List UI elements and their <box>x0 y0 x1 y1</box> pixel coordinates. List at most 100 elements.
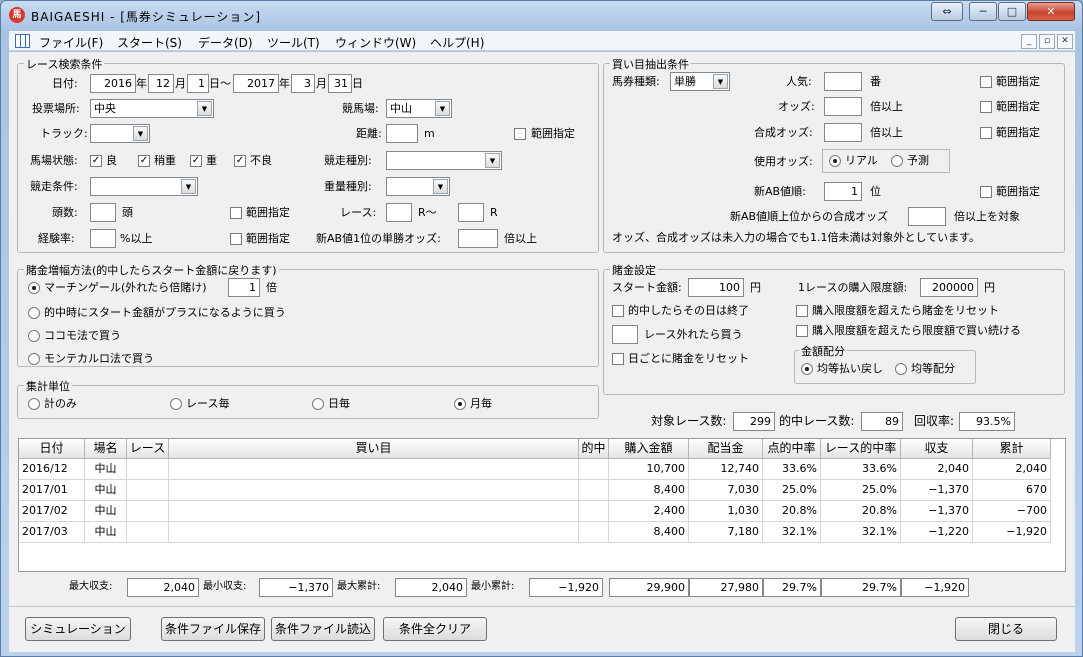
table-cell[interactable]: 33.6% <box>821 459 901 480</box>
combo-odds-range-checkbox[interactable] <box>980 127 992 139</box>
experience-input[interactable] <box>90 229 116 248</box>
from-month-input[interactable]: 12 <box>148 74 174 93</box>
table-cell[interactable]: 8,400 <box>609 480 689 501</box>
venue-select[interactable]: 中央 ▼ <box>90 99 214 118</box>
menu-data[interactable]: データ(D) <box>198 34 253 51</box>
popularity-input[interactable] <box>824 72 862 91</box>
close-button[interactable]: 閉じる <box>955 617 1057 641</box>
distance-range-checkbox[interactable] <box>514 128 526 140</box>
col-payout[interactable]: 配当金 <box>689 439 763 459</box>
table-cell[interactable] <box>169 501 579 522</box>
ab-rank-range-checkbox[interactable] <box>980 186 992 198</box>
mdi-restore-icon[interactable]: ▫ <box>1039 34 1055 49</box>
plus-radio[interactable] <box>28 307 40 319</box>
condition-heavy-checkbox[interactable]: ✓ <box>190 155 202 167</box>
col-balance[interactable]: 収支 <box>901 439 973 459</box>
stop-on-hit-checkbox[interactable] <box>612 305 624 317</box>
use-odds-real-radio[interactable] <box>829 155 841 167</box>
maximize-icon[interactable]: □ <box>998 2 1026 21</box>
ab-rank-input[interactable]: 1 <box>824 182 862 201</box>
distance-input[interactable] <box>386 124 418 143</box>
combo-odds-input[interactable] <box>824 123 862 142</box>
race-condition-select[interactable]: ▼ <box>90 177 198 196</box>
col-race-hit-rate[interactable]: レース的中率 <box>821 439 901 459</box>
table-cell[interactable] <box>169 522 579 543</box>
col-date[interactable]: 日付 <box>19 439 85 459</box>
mdi-close-icon[interactable]: ✕ <box>1057 34 1073 49</box>
table-cell[interactable] <box>127 522 169 543</box>
menu-start[interactable]: スタート(S) <box>117 34 182 51</box>
ab-combo-input[interactable] <box>908 207 946 226</box>
table-cell[interactable]: −1,920 <box>973 522 1051 543</box>
to-month-input[interactable]: 3 <box>291 74 315 93</box>
table-cell[interactable]: 20.8% <box>821 501 901 522</box>
table-cell[interactable]: 25.0% <box>763 480 821 501</box>
table-cell[interactable]: 25.0% <box>821 480 901 501</box>
table-cell[interactable]: 中山 <box>85 501 127 522</box>
document-icon[interactable] <box>15 34 30 48</box>
restore-icon[interactable]: ⇔ <box>931 2 963 21</box>
load-conditions-button[interactable]: 条件ファイル読込 <box>271 617 375 641</box>
to-year-input[interactable]: 2017 <box>233 74 279 93</box>
col-venue[interactable]: 場名 <box>85 439 127 459</box>
table-cell[interactable]: −1,370 <box>901 480 973 501</box>
table-cell[interactable]: 1,030 <box>689 501 763 522</box>
odds-range-checkbox[interactable] <box>980 101 992 113</box>
table-cell[interactable]: 2,040 <box>901 459 973 480</box>
reset-over-limit-checkbox[interactable] <box>796 305 808 317</box>
results-table[interactable]: 日付 場名 レース 買い目 的中 購入金額 配当金 点的中率 レース的中率 収支… <box>18 438 1066 572</box>
popularity-range-checkbox[interactable] <box>980 76 992 88</box>
weight-type-select[interactable]: ▼ <box>386 177 450 196</box>
table-cell[interactable]: 670 <box>973 480 1051 501</box>
menu-tools[interactable]: ツール(T) <box>267 34 320 51</box>
table-cell[interactable] <box>579 522 609 543</box>
table-cell[interactable]: 33.6% <box>763 459 821 480</box>
table-cell[interactable]: 2017/03 <box>19 522 85 543</box>
odds-input[interactable] <box>824 97 862 116</box>
col-cumulative[interactable]: 累計 <box>973 439 1051 459</box>
save-conditions-button[interactable]: 条件ファイル保存 <box>161 617 265 641</box>
table-cell[interactable]: 中山 <box>85 522 127 543</box>
table-cell[interactable]: 10,700 <box>609 459 689 480</box>
table-cell[interactable]: 20.8% <box>763 501 821 522</box>
col-race[interactable]: レース <box>127 439 169 459</box>
simulate-button[interactable]: シミュレーション <box>25 617 131 641</box>
mdi-minimize-icon[interactable]: _ <box>1021 34 1037 49</box>
table-cell[interactable] <box>169 459 579 480</box>
menu-help[interactable]: ヘルプ(H) <box>430 34 484 51</box>
martingale-radio[interactable] <box>28 282 40 294</box>
cocomo-radio[interactable] <box>28 330 40 342</box>
table-cell[interactable]: 8,400 <box>609 522 689 543</box>
table-cell[interactable]: 7,180 <box>689 522 763 543</box>
experience-range-checkbox[interactable] <box>230 233 242 245</box>
table-cell[interactable]: 12,740 <box>689 459 763 480</box>
table-cell[interactable]: 2017/01 <box>19 480 85 501</box>
condition-slightly-heavy-checkbox[interactable]: ✓ <box>138 155 150 167</box>
table-cell[interactable] <box>579 480 609 501</box>
limit-input[interactable]: 200000 <box>920 278 978 297</box>
table-cell[interactable]: 7,030 <box>689 480 763 501</box>
ab-win-odds-input[interactable] <box>458 229 498 248</box>
multiplier-input[interactable]: 1 <box>228 278 260 297</box>
col-hit[interactable]: 的中 <box>579 439 609 459</box>
close-icon[interactable]: ✕ <box>1027 2 1075 21</box>
to-day-input[interactable]: 31 <box>328 74 352 93</box>
montecarlo-radio[interactable] <box>28 353 40 365</box>
clear-conditions-button[interactable]: 条件全クリア <box>383 617 487 641</box>
track-select[interactable]: ▼ <box>90 124 150 143</box>
use-odds-predict-radio[interactable] <box>891 155 903 167</box>
condition-good-checkbox[interactable]: ✓ <box>90 155 102 167</box>
unit-day-radio[interactable] <box>312 398 324 410</box>
race-type-select[interactable]: ▼ <box>386 151 502 170</box>
col-point-hit-rate[interactable]: 点的中率 <box>763 439 821 459</box>
race-from-input[interactable] <box>386 203 412 222</box>
table-cell[interactable] <box>127 459 169 480</box>
table-cell[interactable] <box>169 480 579 501</box>
table-cell[interactable] <box>579 501 609 522</box>
table-cell[interactable]: −1,220 <box>901 522 973 543</box>
from-year-input[interactable]: 2016 <box>90 74 136 93</box>
buy-after-miss-input[interactable] <box>612 325 638 344</box>
col-purchase[interactable]: 購入金額 <box>609 439 689 459</box>
table-cell[interactable]: 2017/02 <box>19 501 85 522</box>
condition-bad-checkbox[interactable]: ✓ <box>234 155 246 167</box>
